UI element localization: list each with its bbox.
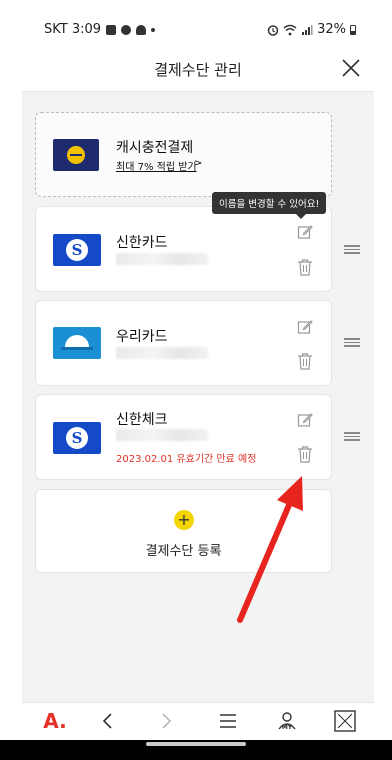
page-title: 결제수단 관리 <box>154 61 242 79</box>
drag-handle[interactable] <box>344 432 360 441</box>
more-notifications-icon <box>151 27 156 32</box>
wifi-icon <box>283 24 297 35</box>
close-icon[interactable] <box>340 57 362 79</box>
add-payment-button[interactable]: + 결제수단 등록 <box>35 489 332 573</box>
card-name: 신한카드 <box>116 235 168 251</box>
trash-icon[interactable] <box>297 258 313 276</box>
status-bar: SKT 3:09 32% <box>22 0 374 44</box>
battery-icon <box>350 24 356 35</box>
rename-tooltip: 이름을 변경할 수 있어요! <box>212 192 327 219</box>
expiry-notice: 2023.02.01 유효기간 만료 예정 <box>116 454 257 465</box>
shinhan-logo-icon: S <box>53 422 101 454</box>
card-name: 우리카드 <box>116 329 168 345</box>
trash-icon[interactable] <box>297 352 313 370</box>
plus-icon: + <box>174 510 194 530</box>
shinhan-card[interactable]: S 신한카드 <box>35 206 332 292</box>
status-right: 32% <box>267 22 356 37</box>
masked-card-number <box>116 429 208 441</box>
woori-logo-icon <box>53 327 101 359</box>
cash-reward-link[interactable]: 최대 7% 적립 받기 <box>116 158 197 173</box>
bottom-navigation: A. MY <box>22 702 374 740</box>
card-name: 캐시충전결제 <box>116 140 194 156</box>
signal-icon <box>302 24 313 35</box>
edit-icon[interactable] <box>297 224 313 240</box>
battery-percent: 32% <box>317 22 346 37</box>
masked-card-number <box>116 253 208 265</box>
woori-card[interactable]: 우리카드 <box>35 300 332 386</box>
shinhan-logo-icon: S <box>53 234 101 266</box>
add-payment-label: 결제수단 등록 <box>145 544 222 559</box>
my-label: MY <box>281 723 293 731</box>
cash-charge-card[interactable]: 캐시충전결제 최대 7% 적립 받기 > <box>35 112 332 197</box>
gallery-notification-icon <box>106 24 117 35</box>
back-icon[interactable] <box>100 709 116 733</box>
gesture-bar <box>0 740 392 760</box>
page-header: 결제수단 관리 <box>22 44 374 92</box>
message-notification-icon <box>121 24 132 35</box>
drag-handle[interactable] <box>344 245 360 254</box>
forward-icon[interactable] <box>158 709 174 733</box>
chat-notification-icon <box>136 24 147 35</box>
cash-coin-icon <box>53 139 99 171</box>
payment-list: 캐시충전결제 최대 7% 적립 받기 > S 신한카드 우리카드 S 신한체크 … <box>22 92 374 702</box>
status-left: SKT 3:09 <box>44 22 156 37</box>
card-name: 신한체크 <box>116 412 168 428</box>
alarm-icon <box>267 24 279 36</box>
frame-left <box>0 0 22 760</box>
edit-icon[interactable] <box>297 319 313 335</box>
trash-icon[interactable] <box>297 445 313 463</box>
home-logo[interactable]: A. <box>40 709 70 733</box>
carrier-time: SKT 3:09 <box>44 22 102 37</box>
chevron-right-icon: > <box>194 158 203 169</box>
frame-right <box>374 0 392 760</box>
edit-icon[interactable] <box>297 412 313 428</box>
drag-handle[interactable] <box>344 338 360 347</box>
masked-card-number <box>116 347 208 359</box>
home-indicator[interactable] <box>146 742 246 746</box>
close-window-icon[interactable] <box>334 709 356 733</box>
shinhan-check-card[interactable]: S 신한체크 2023.02.01 유효기간 만료 예정 <box>35 394 332 480</box>
menu-icon[interactable] <box>218 709 238 733</box>
my-page-button[interactable]: MY <box>274 709 300 733</box>
